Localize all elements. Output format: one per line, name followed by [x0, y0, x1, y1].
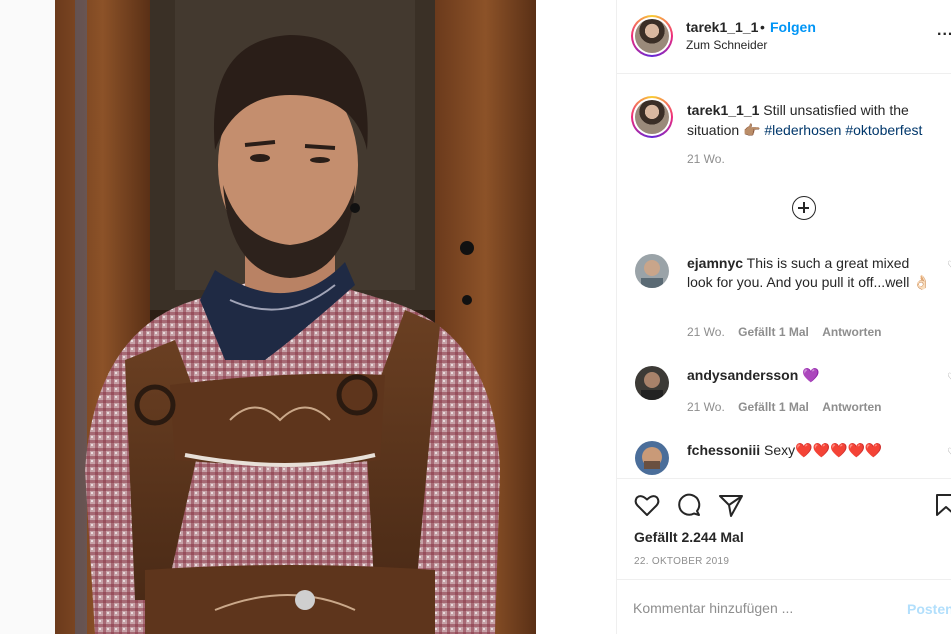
comment-text: ejamnyc This is such a great mixed look … — [687, 254, 937, 292]
author-username[interactable]: tarek1_1_1 — [686, 19, 758, 35]
author-avatar[interactable] — [631, 15, 673, 57]
comment-meta: 21 Wo. Gefällt 1 Mal Antworten — [687, 325, 892, 339]
comment-username[interactable]: fchessoniii — [687, 442, 760, 458]
caption-line1: Still unsatisfied with the — [759, 102, 909, 118]
avatar-image — [635, 254, 669, 288]
reply-button[interactable]: Antworten — [822, 400, 881, 414]
caption-author-avatar[interactable] — [631, 96, 673, 138]
comment-username[interactable]: ejamnyc — [687, 255, 743, 271]
more-options-icon[interactable]: ... — [937, 22, 951, 40]
comment-avatar[interactable] — [635, 254, 669, 288]
comment-avatar[interactable] — [635, 441, 669, 475]
post-header: tarek1_1_1 • Folgen Zum Schneider ... — [617, 0, 951, 74]
caption-username[interactable]: tarek1_1_1 — [687, 102, 759, 118]
comment-body: Sexy — [760, 442, 796, 458]
photo-illustration — [55, 0, 536, 634]
location-link[interactable]: Zum Schneider — [686, 38, 767, 52]
like-comment-icon[interactable]: ♡ — [947, 260, 951, 271]
pointing-emoji: 👉🏽 — [743, 122, 761, 138]
share-paper-plane-icon[interactable] — [717, 491, 745, 519]
caption-hashtags[interactable]: #lederhosen #oktoberfest — [760, 122, 922, 138]
post-date: 22. OKTOBER 2019 — [634, 556, 730, 567]
follow-button[interactable]: Folgen — [770, 19, 816, 35]
comment-time[interactable]: 21 Wo. — [687, 325, 725, 339]
avatar-image — [635, 441, 669, 475]
like-comment-icon[interactable]: ♡ — [947, 372, 951, 383]
caption-timestamp[interactable]: 21 Wo. — [687, 152, 725, 166]
post-comment-button[interactable]: Posten — [907, 601, 951, 617]
comment-bubble-icon[interactable] — [675, 491, 703, 519]
comment-emoji: 👌🏻 — [913, 274, 931, 290]
layout-gap — [536, 0, 616, 634]
comment-meta: 21 Wo. Gefällt 1 Mal Antworten — [687, 400, 892, 414]
avatar-image — [635, 366, 669, 400]
comment-username[interactable]: andysandersson — [687, 367, 798, 383]
like-comment-icon[interactable]: ♡ — [947, 447, 951, 458]
post-photo[interactable] — [55, 0, 536, 634]
post-side-panel: tarek1_1_1 • Folgen Zum Schneider ... ta… — [616, 0, 951, 634]
save-bookmark-icon[interactable] — [933, 491, 951, 519]
comment-time[interactable]: 21 Wo. — [687, 400, 725, 414]
like-heart-icon[interactable] — [633, 491, 661, 519]
comment-input[interactable] — [633, 600, 893, 616]
like-count[interactable]: Gefällt 2.244 Mal — [634, 529, 744, 545]
comment-likes[interactable]: Gefällt 1 Mal — [738, 325, 809, 339]
add-comment-bar: Posten — [617, 579, 951, 634]
reply-button[interactable]: Antworten — [822, 325, 881, 339]
caption-text: tarek1_1_1 Still unsatisfied with the si… — [687, 100, 951, 140]
caption-line2: situation — [687, 122, 744, 138]
comment-text: fchessoniii Sexy❤️❤️❤️❤️❤️ — [687, 441, 937, 460]
comment-emoji: 💜 — [802, 367, 820, 383]
comment-emoji: ❤️❤️❤️❤️❤️ — [795, 442, 883, 458]
comment-likes[interactable]: Gefällt 1 Mal — [738, 400, 809, 414]
comment-avatar[interactable] — [635, 366, 669, 400]
comment-text: andysandersson 💜 — [687, 366, 937, 385]
load-more-comments-icon[interactable] — [792, 196, 816, 220]
post-actions: Gefällt 2.244 Mal 22. OKTOBER 2019 Poste… — [617, 478, 951, 634]
page-margin — [0, 0, 55, 634]
header-separator: • — [760, 19, 765, 35]
